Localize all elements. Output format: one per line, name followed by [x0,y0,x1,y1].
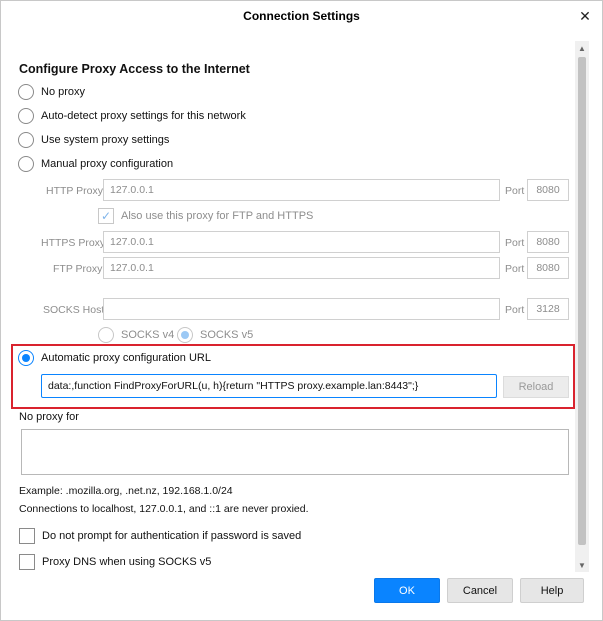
scroll-up-icon[interactable]: ▲ [575,41,589,55]
checkbox-box[interactable] [19,528,35,544]
no-proxy-label: No proxy for [19,411,79,423]
radio-label: Use system proxy settings [41,134,170,146]
https-port-label: Port [505,237,525,249]
reload-button[interactable]: Reload [503,376,569,398]
cancel-button[interactable]: Cancel [447,578,513,603]
checkmark-icon[interactable]: ✓ [98,208,114,224]
titlebar: Connection Settings [1,1,602,31]
ftp-port-label: Port [505,263,525,275]
checkbox-label: Do not prompt for authentication if pass… [42,530,302,542]
also-use-proxy-checkbox[interactable]: ✓ Also use this proxy for FTP and HTTPS [98,208,313,224]
radio-circle[interactable] [18,132,34,148]
https-proxy-label: HTTPS Proxy [41,237,106,249]
close-icon[interactable]: ✕ [574,5,596,27]
socks-port-label: Port [505,304,525,316]
http-port-label: Port [505,185,525,197]
radio-pac-url[interactable]: Automatic proxy configuration URL [18,350,211,366]
radio-socks-v4[interactable]: SOCKS v4 [98,327,174,343]
http-proxy-input[interactable]: 127.0.0.1 [103,179,500,201]
radio-label: Auto-detect proxy settings for this netw… [41,110,246,122]
pac-url-input[interactable]: data:,function FindProxyForURL(u, h){ret… [41,374,497,398]
socks-host-input[interactable] [103,298,500,320]
ftp-proxy-input[interactable]: 127.0.0.1 [103,257,500,279]
connection-settings-dialog: Connection Settings ✕ ▲ ▼ Configure Prox… [0,0,603,621]
socks-port-input[interactable]: 3128 [527,298,569,320]
no-proxy-example: Example: .mozilla.org, .net.nz, 192.168.… [19,485,233,497]
help-button[interactable]: Help [520,578,584,603]
ftp-proxy-label: FTP Proxy [53,263,103,275]
scroll-down-icon[interactable]: ▼ [575,558,589,572]
http-proxy-label: HTTP Proxy [46,185,103,197]
also-use-proxy-label: Also use this proxy for FTP and HTTPS [121,210,314,222]
radio-circle[interactable] [18,156,34,172]
radio-label: Manual proxy configuration [41,158,174,170]
radio-manual-proxy[interactable]: Manual proxy configuration [18,156,173,172]
socks-host-label: SOCKS Host [43,304,105,316]
https-port-input[interactable]: 8080 [527,231,569,253]
radio-label: No proxy [41,86,86,98]
no-auth-prompt-checkbox[interactable]: Do not prompt for authentication if pass… [19,528,301,544]
dialog-content: Configure Proxy Access to the Internet N… [1,31,575,571]
localhost-note: Connections to localhost, 127.0.0.1, and… [19,503,309,515]
scroll-thumb[interactable] [578,57,586,545]
radio-label: SOCKS v5 [200,329,254,341]
radio-auto-detect[interactable]: Auto-detect proxy settings for this netw… [18,108,246,124]
radio-circle[interactable] [177,327,193,343]
radio-circle[interactable] [98,327,114,343]
no-proxy-textarea[interactable] [21,429,569,475]
vertical-scrollbar[interactable]: ▲ ▼ [575,41,589,572]
window-title: Connection Settings [243,9,360,23]
ok-button[interactable]: OK [374,578,440,603]
radio-label: SOCKS v4 [121,329,175,341]
http-port-input[interactable]: 8080 [527,179,569,201]
section-heading: Configure Proxy Access to the Internet [19,62,250,76]
checkbox-box[interactable] [19,554,35,570]
radio-system-proxy[interactable]: Use system proxy settings [18,132,169,148]
radio-label: Automatic proxy configuration URL [41,352,211,364]
radio-circle[interactable] [18,84,34,100]
radio-circle[interactable] [18,350,34,366]
checkbox-label: Proxy DNS when using SOCKS v5 [42,556,212,568]
proxy-dns-checkbox[interactable]: Proxy DNS when using SOCKS v5 [19,554,211,570]
ftp-port-input[interactable]: 8080 [527,257,569,279]
radio-socks-v5[interactable]: SOCKS v5 [177,327,253,343]
radio-no-proxy[interactable]: No proxy [18,84,85,100]
radio-circle[interactable] [18,108,34,124]
https-proxy-input[interactable]: 127.0.0.1 [103,231,500,253]
